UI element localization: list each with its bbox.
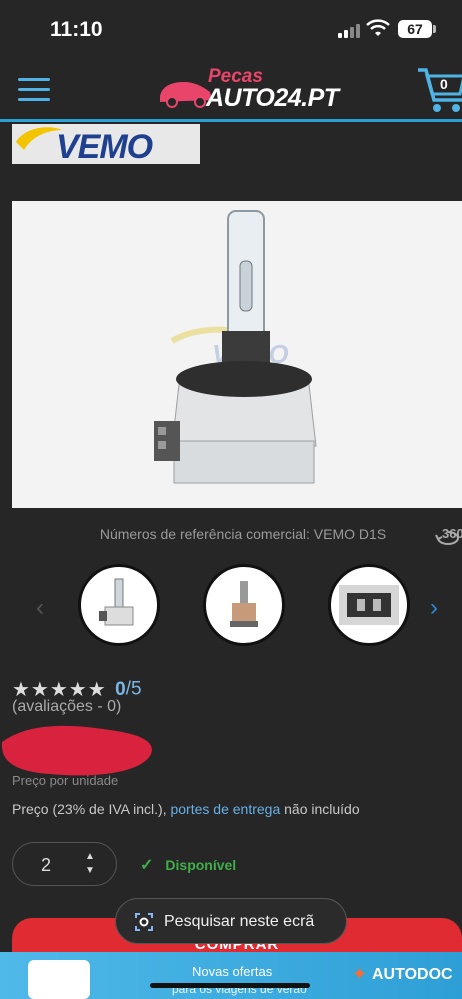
status-time: 11:10	[50, 18, 103, 41]
site-logo[interactable]: Pecas AUTO24.PT	[156, 64, 339, 114]
cart-count: 0	[440, 76, 448, 92]
thumbnail-3[interactable]	[328, 564, 410, 646]
thumbnail-carousel: ‹ ›	[0, 562, 462, 648]
check-icon: ✓	[140, 857, 154, 874]
home-indicator[interactable]	[150, 983, 310, 988]
lens-icon	[135, 913, 153, 931]
chevron-left-icon[interactable]: ‹	[36, 594, 44, 622]
increment-icon[interactable]: ▲	[85, 851, 95, 862]
reference-numbers: Números de referência comercial: VEMO D1…	[99, 526, 387, 542]
availability-status: ✓ Disponível	[140, 857, 237, 874]
product-image[interactable]: VEMO	[12, 201, 462, 508]
thumbnail-1[interactable]	[78, 564, 160, 646]
battery-icon: 67	[398, 20, 432, 38]
rating-score: 0	[115, 678, 126, 700]
ad-phone-image	[28, 960, 90, 999]
logo-main-text: AUTO24.PT	[206, 84, 339, 112]
decrement-icon[interactable]: ▼	[85, 865, 95, 876]
search-screen-label: Pesquisar neste ecrã	[164, 913, 315, 930]
rotate-360-label: 360	[442, 526, 462, 541]
ad-banner[interactable]: Novas ofertas para os viagens de verão ✦…	[0, 952, 462, 999]
status-bar: 11:10 67	[0, 0, 462, 60]
quantity-value[interactable]: 2	[41, 855, 51, 876]
unit-price-label: Preço por unidade	[12, 773, 119, 788]
cart-icon	[418, 68, 462, 112]
search-screen-button[interactable]: Pesquisar neste ecrã	[115, 898, 347, 944]
wifi-icon	[366, 19, 390, 36]
thumbnail-2[interactable]	[203, 564, 285, 646]
signal-icon	[338, 22, 360, 38]
price-note: Preço (23% de IVA incl.), portes de entr…	[12, 801, 360, 817]
cart-button[interactable]: 0	[416, 64, 462, 116]
menu-icon[interactable]	[18, 78, 50, 102]
quantity-stepper[interactable]: 2 ▲ ▼	[12, 842, 117, 886]
brand-logo[interactable]: VEMO	[12, 124, 200, 166]
bulb-image: VEMO	[154, 210, 317, 484]
ad-title: Novas ofertas	[192, 964, 273, 979]
autodoc-logo-icon: ✦	[352, 964, 368, 984]
shipping-link[interactable]: portes de entrega	[170, 801, 280, 817]
rating-max: /5	[125, 678, 142, 700]
ad-brand: AUTODOC	[372, 966, 453, 983]
brand-name: VEMO	[56, 128, 153, 166]
site-header: Pecas AUTO24.PT 0	[0, 60, 462, 122]
chevron-right-icon[interactable]: ›	[430, 594, 438, 622]
